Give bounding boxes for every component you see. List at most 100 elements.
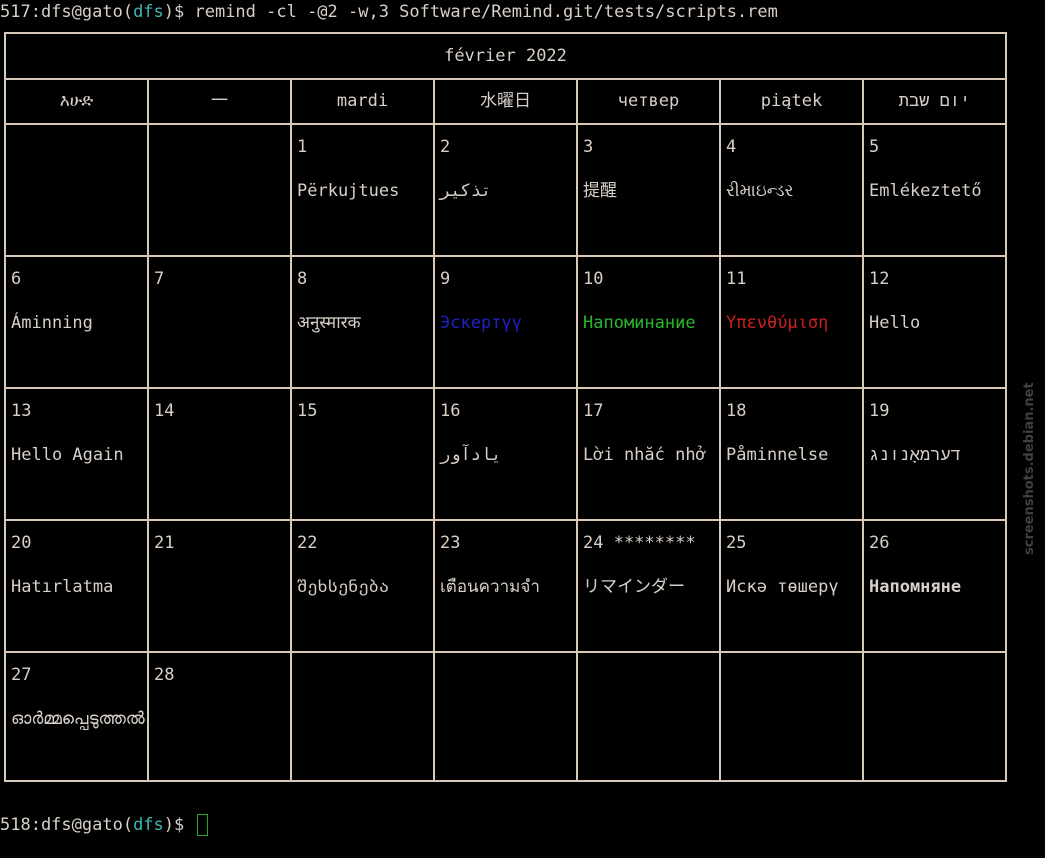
- weekday-header: четвер: [578, 80, 721, 123]
- day-number: 11: [726, 269, 747, 289]
- calendar-grid: février 2022 እሁድ 一 mardi 水曜日 четвер piątek יום…: [4, 32, 1007, 782]
- reminder-text: રીમાઇન્ડર: [726, 181, 794, 201]
- reminder-text: Përkujtues: [297, 181, 400, 201]
- reminder-text: Påminnelse: [726, 445, 829, 465]
- day-cell: 15: [292, 389, 435, 519]
- reminder-text: یادآور: [440, 445, 502, 465]
- week-row: 20 Hatırlatma 21 22 შეხსენება 23 เตือนความจำ 24…: [6, 521, 1005, 653]
- day-cell: 8 अनुस्मारक: [292, 257, 435, 387]
- command-directory: dfs: [133, 2, 164, 22]
- prompt-directory: dfs: [133, 815, 164, 835]
- reminder-text: Эскертүү: [440, 313, 522, 333]
- day-number: 17: [583, 401, 604, 421]
- day-cell: 24 ******** リマインダー: [578, 521, 721, 651]
- day-number: 6: [11, 269, 22, 289]
- command-text: )$ remind -cl -@2 -w,3 Software/Remind.g…: [163, 2, 778, 22]
- week-row: 6 Áminning 7 8 अनुस्मारक 9 Эскертүү 10 Напоминан…: [6, 257, 1005, 389]
- day-number: 9: [440, 269, 451, 289]
- day-cell: 28: [149, 653, 292, 781]
- reminder-text: ഓർമ്മപ്പെടുത്തൽ: [11, 709, 145, 729]
- day-number: 8: [297, 269, 308, 289]
- day-cell: [292, 653, 435, 781]
- weekday-header: 水曜日: [435, 80, 578, 123]
- reminder-text: Lời nhắc nhở: [583, 445, 706, 465]
- day-cell: 18 Påminnelse: [721, 389, 864, 519]
- day-cell: 10 Напоминание: [578, 257, 721, 387]
- reminder-text: Hello: [869, 313, 921, 333]
- week-row: 1 Përkujtues 2 تذكير 3 提醒 4 રીમાઇન્ડર 5 Emlékezte…: [6, 125, 1005, 257]
- day-cell: 5 Emlékeztető: [864, 125, 1005, 255]
- day-cell: [864, 653, 1005, 781]
- day-number: 10: [583, 269, 604, 289]
- reminder-text: შეხსენება: [297, 577, 390, 597]
- day-number: 26: [869, 533, 890, 553]
- day-cell: [149, 125, 292, 255]
- reminder-text: リマインダー: [583, 577, 685, 597]
- day-number: 2: [440, 137, 451, 157]
- day-cell: 1 Përkujtues: [292, 125, 435, 255]
- day-number: 14: [154, 401, 175, 421]
- day-cell: [578, 653, 721, 781]
- day-cell: 21: [149, 521, 292, 651]
- reminder-text: Áminning: [11, 313, 93, 333]
- command-line: 517:dfs@gato(dfs)$ remind -cl -@2 -w,3 S…: [0, 0, 778, 24]
- weekday-header: 一: [149, 80, 292, 123]
- day-cell: 7: [149, 257, 292, 387]
- day-cell: 2 تذكير: [435, 125, 578, 255]
- day-number: 18: [726, 401, 747, 421]
- shell-prompt[interactable]: 518:dfs@gato(dfs)$: [0, 813, 208, 837]
- weekday-header-row: እሁድ 一 mardi 水曜日 четвер piątek יום שבת: [6, 80, 1005, 125]
- day-cell: [721, 653, 864, 781]
- day-number: 28: [154, 665, 175, 685]
- reminder-text: Υπενθύμιση: [726, 313, 829, 333]
- day-number: 13: [11, 401, 32, 421]
- day-cell: 3 提醒: [578, 125, 721, 255]
- day-number: 3: [583, 137, 594, 157]
- reminder-text: เตือนความจำ: [440, 577, 540, 597]
- text-cursor: [196, 814, 208, 836]
- reminder-text: דערמאָנונג: [869, 445, 961, 465]
- day-cell: 9 Эскертүү: [435, 257, 578, 387]
- week-row: 13 Hello Again 14 15 16 یادآور 17 Lời nhắc nhở 1…: [6, 389, 1005, 521]
- watermark-text: screenshots.debian.net: [1022, 382, 1037, 555]
- day-cell: [6, 125, 149, 255]
- day-cell: 20 Hatırlatma: [6, 521, 149, 651]
- day-number: 27: [11, 665, 32, 685]
- day-number: 7: [154, 269, 165, 289]
- reminder-text: अनुस्मारक: [297, 313, 361, 333]
- day-cell: 16 یادآور: [435, 389, 578, 519]
- command-prefix: 517:dfs@gato(: [0, 2, 134, 22]
- day-number: 19: [869, 401, 890, 421]
- day-cell: 26 Напомняне: [864, 521, 1005, 651]
- day-number: 20: [11, 533, 32, 553]
- reminder-text: 提醒: [583, 181, 617, 201]
- day-number: 23: [440, 533, 461, 553]
- reminder-text: تذكير: [440, 181, 492, 201]
- day-cell: 25 Искә төшерү: [721, 521, 864, 651]
- reminder-text: Hatırlatma: [11, 577, 114, 597]
- day-number: 5: [869, 137, 880, 157]
- weekday-header: יום שבת: [898, 91, 971, 111]
- week-row: 27 ഓർമ്മപ്പെടുത്തൽ 28: [6, 653, 1005, 781]
- day-number: 24 ********: [583, 533, 696, 553]
- day-cell: 17 Lời nhắc nhở: [578, 389, 721, 519]
- weekday-header: piątek: [721, 80, 864, 123]
- prompt-prefix: 518:dfs@gato(: [0, 815, 134, 835]
- calendar-title: février 2022: [6, 34, 1005, 80]
- day-cell: 23 เตือนความจำ: [435, 521, 578, 651]
- day-cell: 27 ഓർമ്മപ്പെടുത്തൽ: [6, 653, 149, 781]
- day-cell: 4 રીમાઇન્ડર: [721, 125, 864, 255]
- weekday-header: mardi: [292, 80, 435, 123]
- day-number: 4: [726, 137, 737, 157]
- day-cell: 6 Áminning: [6, 257, 149, 387]
- day-number: 21: [154, 533, 175, 553]
- day-number: 22: [297, 533, 318, 553]
- day-cell: 11 Υπενθύμιση: [721, 257, 864, 387]
- reminder-text: Emlékeztető: [869, 181, 982, 201]
- reminder-text: Напомняне: [869, 577, 962, 597]
- prompt-suffix: )$: [163, 815, 195, 835]
- day-cell: 22 შეხსენება: [292, 521, 435, 651]
- day-number: 12: [869, 269, 890, 289]
- day-number: 16: [440, 401, 461, 421]
- day-number: 15: [297, 401, 318, 421]
